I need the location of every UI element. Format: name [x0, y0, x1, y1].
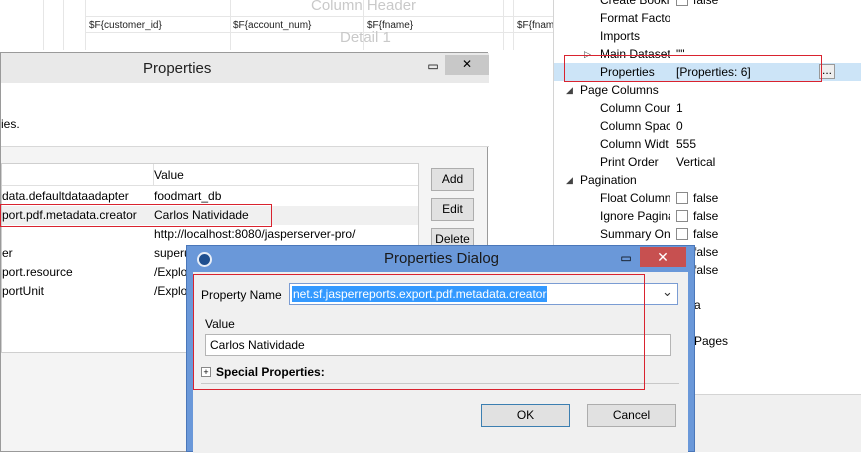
- property-row[interactable]: Summary On false: [554, 225, 861, 243]
- property-value[interactable]: 555: [676, 135, 696, 153]
- property-category[interactable]: ◢ Page Columns: [554, 81, 861, 99]
- edit-button[interactable]: Edit: [431, 198, 474, 221]
- partial-value-pages: Pages: [694, 334, 729, 348]
- property-value[interactable]: false: [676, 225, 718, 243]
- property-name: Imports: [600, 29, 641, 43]
- property-value[interactable]: 0: [676, 117, 683, 135]
- column-header-band: Column Header: [311, 0, 417, 14]
- value-field[interactable]: Carlos Natividade: [205, 334, 671, 356]
- property-value: foodmart_db: [154, 189, 222, 203]
- property-row[interactable]: Properties [Properties: 6]...: [554, 63, 861, 81]
- collapse-icon[interactable]: ◢: [566, 81, 573, 99]
- property-value[interactable]: false: [676, 0, 718, 9]
- minimize-icon[interactable]: ▭: [421, 57, 445, 75]
- property-row[interactable]: Format Facto: [554, 9, 861, 27]
- value-column-header: Value: [154, 168, 184, 182]
- properties-description: ies.: [1, 117, 20, 131]
- property-value[interactable]: "": [676, 45, 685, 63]
- checkbox[interactable]: [676, 228, 688, 240]
- table-header: Value: [2, 164, 418, 186]
- ok-button[interactable]: OK: [481, 404, 570, 427]
- property-name: Format Facto: [600, 11, 670, 25]
- table-row[interactable]: data.defaultdataadapter foodmart_db: [2, 187, 418, 206]
- property-row[interactable]: Print Order Vertical: [554, 153, 861, 171]
- checkbox[interactable]: [676, 192, 688, 204]
- minimize-icon[interactable]: ▭: [614, 249, 638, 267]
- dialog-body: Property Name net.sf.jasperreports.expor…: [193, 272, 688, 453]
- properties-dialog: Properties Dialog ▭ ✕ Property Name net.…: [186, 245, 695, 453]
- add-button[interactable]: Add: [431, 168, 474, 191]
- close-button[interactable]: ✕: [640, 247, 686, 267]
- value-label: Value: [205, 317, 235, 331]
- chevron-down-icon[interactable]: ⌄: [662, 284, 673, 300]
- property-row[interactable]: Column Cour 1: [554, 99, 861, 117]
- property-key: port.resource: [2, 265, 73, 279]
- expand-icon[interactable]: ▷: [584, 45, 591, 63]
- close-button[interactable]: ✕: [445, 55, 489, 75]
- property-key: data.defaultdataadapter: [2, 189, 129, 203]
- property-row[interactable]: Float Column false: [554, 189, 861, 207]
- property-row[interactable]: Imports: [554, 27, 861, 45]
- property-value: http://localhost:8080/jasperserver-pro/: [154, 227, 356, 241]
- field-account-num[interactable]: $F{account_num}: [233, 20, 361, 31]
- category-label: Pagination: [580, 173, 637, 187]
- checkbox[interactable]: [676, 210, 688, 222]
- property-value[interactable]: 1: [676, 99, 683, 117]
- category-label: Page Columns: [580, 83, 659, 97]
- property-name: Main Dataset: [600, 47, 670, 61]
- table-row[interactable]: port.pdf.metadata.creator Carlos Nativida…: [2, 206, 418, 225]
- report-canvas: Column Header Detail 1 $F{customer_id} $…: [0, 0, 553, 55]
- property-name-combo[interactable]: net.sf.jasperreports.export.pdf.metadata…: [289, 283, 678, 305]
- field-fname[interactable]: $F{fname}: [367, 20, 501, 31]
- cancel-button[interactable]: Cancel: [587, 404, 676, 427]
- checkbox[interactable]: [676, 0, 688, 6]
- field-fname-2[interactable]: $F{fname: [517, 20, 553, 31]
- property-value[interactable]: false: [676, 207, 718, 225]
- property-row[interactable]: Column Widt 555: [554, 135, 861, 153]
- property-name: Column Spac: [600, 119, 670, 133]
- property-category[interactable]: ◢ Pagination: [554, 171, 861, 189]
- property-row[interactable]: Create Bookm false: [554, 0, 861, 9]
- property-value[interactable]: [Properties: 6]: [676, 63, 751, 81]
- property-key: er: [2, 246, 13, 260]
- property-key: portUnit: [2, 284, 45, 298]
- property-name: Create Bookm: [600, 0, 670, 7]
- special-properties-label[interactable]: Special Properties:: [216, 365, 325, 379]
- field-customer-id[interactable]: $F{customer_id}: [89, 20, 227, 31]
- detail-band: Detail 1: [340, 29, 391, 46]
- property-key: port.pdf.metadata.creator: [2, 208, 137, 222]
- properties-title: Properties: [143, 60, 212, 77]
- property-name-value: net.sf.jasperreports.export.pdf.metadata…: [292, 286, 548, 302]
- property-name-label: Property Name: [201, 288, 282, 302]
- property-value[interactable]: false: [676, 189, 718, 207]
- property-value: Carlos Natividade: [154, 208, 249, 222]
- properties-description-area: ies.: [1, 83, 489, 147]
- properties-title-bar: Properties ▭ ✕: [1, 53, 489, 83]
- property-row[interactable]: ▷ Main Dataset "": [554, 45, 861, 63]
- property-name: Ignore Pagina: [600, 209, 670, 223]
- property-name: Column Widt: [600, 137, 669, 151]
- property-value[interactable]: Vertical: [676, 153, 715, 171]
- property-row[interactable]: Ignore Pagina false: [554, 207, 861, 225]
- property-name: Properties: [600, 65, 655, 79]
- property-row[interactable]: Column Spac 0: [554, 117, 861, 135]
- property-name: Float Column: [600, 191, 670, 205]
- expand-icon[interactable]: +: [201, 367, 211, 377]
- property-name: Summary On: [600, 227, 670, 241]
- property-name: Column Cour: [600, 101, 670, 115]
- ellipsis-button[interactable]: ...: [819, 64, 835, 79]
- table-row[interactable]: http://localhost:8080/jasperserver-pro/: [2, 225, 418, 244]
- collapse-icon[interactable]: ◢: [566, 171, 573, 189]
- partial-value-a: a: [694, 298, 701, 312]
- property-name: Print Order: [600, 155, 659, 169]
- value-text: Carlos Natividade: [210, 338, 305, 352]
